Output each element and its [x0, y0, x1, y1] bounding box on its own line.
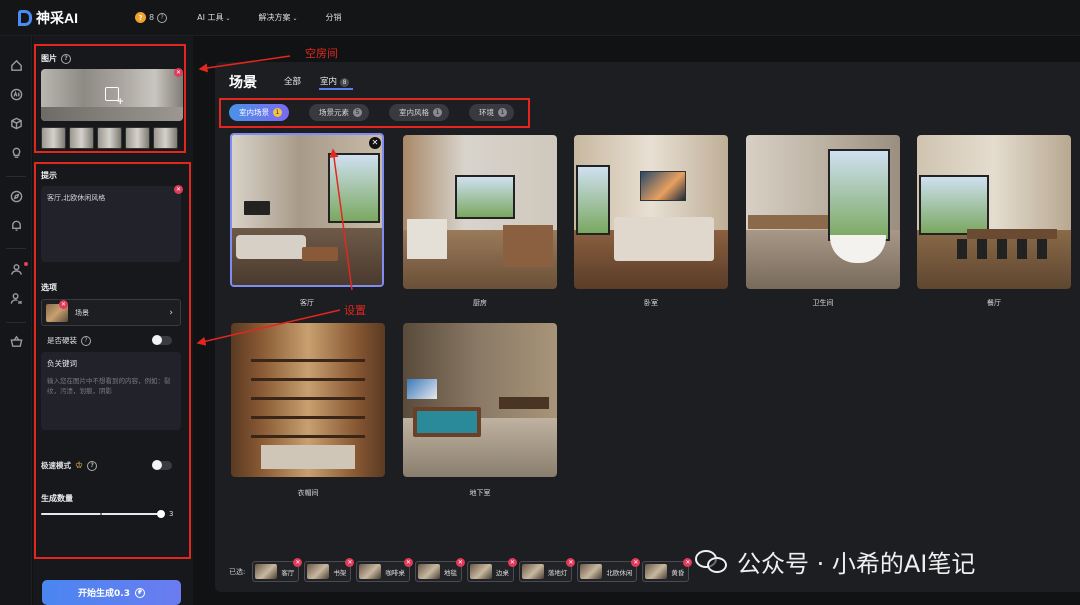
selected-item[interactable]: 黄昏 ✕: [642, 558, 693, 582]
selected-item[interactable]: 咖啡桌 ✕: [356, 558, 413, 582]
card-label: 卫生间: [812, 299, 834, 307]
screen-shape: [407, 379, 437, 399]
watermark: 公众号 · 小希的AI笔记: [695, 544, 975, 579]
chevron-down-icon: ⌄: [292, 15, 298, 22]
credit-counter[interactable]: ? 8 ?: [135, 12, 168, 23]
bell-icon[interactable]: [10, 219, 23, 232]
coin-icon: ?: [135, 12, 146, 23]
coin-icon: ₽: [134, 587, 145, 598]
card-label: 厨房: [473, 299, 487, 307]
generate-button[interactable]: 开始生成0.3 ₽: [42, 580, 181, 605]
scene-title: 场景: [229, 75, 257, 91]
user-icon[interactable]: [10, 263, 23, 276]
scene-card-living-room[interactable]: [230, 133, 384, 287]
scene-card-bathroom[interactable]: [746, 135, 900, 289]
card-label: 衣帽间: [297, 489, 319, 497]
remove-icon[interactable]: ✕: [293, 558, 303, 567]
card-label: 卧室: [644, 299, 658, 307]
dining-table-shape: [967, 229, 1057, 239]
notification-dot: [24, 262, 28, 266]
nav-solutions[interactable]: 解决方案 ⌄: [259, 12, 298, 23]
selected-item[interactable]: 北欧休闲 ✕: [577, 558, 641, 582]
basket-icon[interactable]: [10, 335, 23, 348]
annotation-settings: 设置: [344, 304, 366, 317]
selected-item[interactable]: 落地灯 ✕: [518, 558, 576, 582]
annotation-box-chips: [219, 98, 530, 128]
scene-card-closet[interactable]: [231, 323, 385, 477]
sofa-shape: [236, 235, 306, 259]
tab-count: 8: [340, 78, 350, 87]
nav-ai-tools[interactable]: AI 工具 ⌄: [197, 12, 230, 23]
close-icon[interactable]: ✕: [369, 137, 381, 149]
remove-icon[interactable]: ✕: [403, 558, 413, 567]
wall-art-shape: [640, 171, 686, 201]
chevron-down-icon: ⌄: [225, 15, 231, 22]
annotation-box-settings: [34, 162, 191, 559]
selected-items-strip: 已选: 客厅 ✕ 书架 ✕ 咖啡桌 ✕ 地毯 ✕ 边桌 ✕ 落地灯 ✕ 北欧休闲 ✕ 黄昏 ✕: [229, 558, 693, 582]
remove-icon[interactable]: ✕: [631, 558, 641, 567]
pool-table-shape: [413, 407, 481, 437]
scene-card-bedroom[interactable]: [574, 135, 728, 289]
remove-icon[interactable]: ✕: [455, 558, 465, 567]
tv-shape: [244, 201, 270, 215]
selected-label: 已选:: [229, 567, 246, 576]
selected-item[interactable]: 书架 ✕: [304, 558, 355, 582]
app-logo[interactable]: 神采AI: [18, 8, 114, 28]
app-name: 神采AI: [36, 9, 78, 26]
card-label: 餐厅: [987, 299, 1001, 307]
bar-shape: [499, 397, 549, 409]
annotation-empty-room: 空房间: [305, 47, 338, 60]
remove-icon[interactable]: ✕: [507, 558, 517, 567]
vanity-shape: [748, 215, 828, 229]
rail-divider: [6, 176, 26, 177]
scene-card-dining-room[interactable]: [917, 135, 1071, 289]
bulb-icon[interactable]: [10, 146, 23, 159]
scene-card-kitchen[interactable]: [403, 135, 557, 289]
active-tab-indicator: [319, 88, 353, 90]
selected-item[interactable]: 客厅 ✕: [252, 558, 303, 582]
cube-icon[interactable]: [10, 117, 23, 130]
ai-icon[interactable]: [10, 88, 23, 101]
selected-item[interactable]: 边桌 ✕: [466, 558, 517, 582]
rug-shape: [261, 445, 355, 469]
card-label: 地下室: [469, 489, 491, 497]
bed-shape: [614, 217, 714, 261]
home-icon[interactable]: [10, 59, 23, 72]
tab-all[interactable]: 全部: [284, 75, 301, 87]
rail-divider: [6, 248, 26, 249]
chairs-shape: [957, 239, 1057, 259]
tab-indoor[interactable]: 室内 8: [320, 75, 350, 87]
top-bar: 神采AI ? 8 ? AI 工具 ⌄ 解决方案 ⌄ 分销: [0, 0, 1080, 36]
scene-card-basement[interactable]: [403, 323, 557, 477]
top-nav: AI 工具 ⌄ 解决方案 ⌄ 分销: [197, 12, 341, 23]
wechat-icon: [695, 548, 729, 576]
nav-distribution[interactable]: 分销: [326, 12, 342, 23]
compass-icon[interactable]: [10, 190, 23, 203]
logo-icon: [18, 9, 32, 26]
remove-icon[interactable]: ✕: [566, 558, 576, 567]
selected-item[interactable]: 地毯 ✕: [414, 558, 465, 582]
annotation-box-image: [34, 44, 186, 153]
table-shape: [302, 247, 338, 261]
user-share-icon[interactable]: [10, 292, 23, 305]
shelves-shape: [251, 343, 365, 443]
help-icon[interactable]: ?: [157, 12, 168, 23]
rail-divider: [6, 322, 26, 323]
island-shape: [503, 225, 553, 267]
icon-rail: [0, 36, 32, 605]
cabinet-shape: [407, 219, 447, 259]
remove-icon[interactable]: ✕: [345, 558, 355, 567]
credit-count: 8: [149, 13, 155, 22]
